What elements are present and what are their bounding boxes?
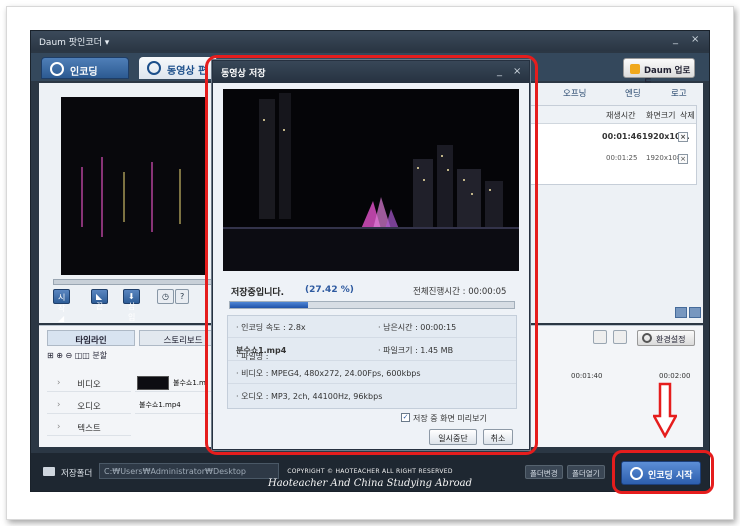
close-icon[interactable]: × — [691, 34, 699, 45]
gear-icon — [642, 333, 652, 343]
file-row[interactable]: 00:01:46 1920x10... × — [522, 128, 696, 146]
ruler-tick: 00:02:00 — [659, 372, 691, 380]
undo-icon[interactable] — [593, 330, 607, 344]
chevron-right-icon[interactable]: › — [57, 378, 60, 388]
highlight-start-button — [612, 450, 714, 494]
ruler-tick: 00:01:40 — [571, 372, 603, 380]
file-list: 재생시간 화면크기 삭제 00:01:46 1920x10... × 00:01… — [521, 105, 697, 185]
tab-video-edit-label: 동영상 편 — [167, 66, 208, 77]
file-duration: 00:01:25 — [606, 154, 638, 162]
track-audio-label: 오디오 — [77, 402, 101, 412]
list-view-icon[interactable] — [689, 307, 701, 318]
side-tabs: 오프닝 엔딩 로고 — [519, 87, 699, 101]
timeline-tools[interactable]: ⊞ ⊕ ⊖ ◫◫ 분할 — [47, 350, 107, 361]
file-duration: 00:01:46 — [602, 132, 642, 141]
mark-start-button[interactable]: 시작◢ — [53, 289, 71, 323]
track-audio: › 오디오 — [47, 396, 131, 414]
video-clip[interactable]: 불수쇼1.m — [137, 376, 206, 390]
seek-bar[interactable] — [53, 279, 217, 285]
delete-icon[interactable]: × — [678, 154, 688, 164]
track-video-label: 비디오 — [77, 380, 101, 390]
col-duration: 재생시간 — [606, 111, 636, 120]
down-arrow-icon — [653, 382, 677, 438]
tab-encoding-label: 인코딩 — [70, 67, 98, 78]
daum-upload-button[interactable]: Daum 업로드 — [623, 58, 695, 88]
track-text-label: 텍스트 — [77, 424, 101, 434]
highlight-dialog — [205, 55, 538, 455]
clock-icon[interactable]: ◷ — [157, 289, 174, 304]
chevron-right-icon[interactable]: › — [57, 422, 60, 432]
minimize-icon[interactable]: _ — [673, 34, 678, 45]
mark-end-button[interactable]: ◣ 끝 — [91, 289, 109, 311]
tab-opening[interactable]: 오프닝 — [563, 87, 586, 99]
track-video: › 비디오 — [47, 374, 131, 392]
tab-logo[interactable]: 로고 — [671, 87, 687, 99]
upload-icon — [630, 64, 640, 74]
tab-timeline[interactable]: 타임라인 — [47, 330, 135, 346]
settings-button[interactable]: 환경설정 — [637, 330, 695, 346]
video-preview — [61, 97, 207, 275]
title-bar: Daum 팟인코더 ▾ _ × — [31, 31, 709, 51]
edit-icon — [147, 61, 161, 75]
col-delete: 삭제 — [680, 111, 695, 120]
file-list-header: 재생시간 화면크기 삭제 — [522, 106, 696, 124]
grid-view-icon[interactable] — [675, 307, 687, 318]
col-size: 화면크기 — [646, 111, 676, 120]
app-title[interactable]: Daum 팟인코더 ▾ — [39, 35, 109, 48]
audio-clip[interactable]: 불수쇼1.mp4 — [137, 398, 181, 412]
insert-button[interactable]: ⬇삽입 — [123, 289, 141, 322]
tab-encoding[interactable]: 인코딩 — [41, 57, 129, 79]
clip-name: 불수쇼1.m — [173, 379, 206, 387]
chevron-right-icon[interactable]: › — [57, 400, 60, 410]
settings-label: 환경설정 — [656, 335, 686, 344]
clip-thumbnail — [137, 376, 169, 390]
help-button[interactable]: ? — [175, 289, 190, 304]
redo-icon[interactable] — [613, 330, 627, 344]
track-text: › 텍스트 — [47, 418, 131, 436]
file-row[interactable]: 00:01:25 1920x1080 × — [522, 150, 696, 168]
tab-ending[interactable]: 엔딩 — [625, 87, 641, 99]
delete-icon[interactable]: × — [678, 132, 688, 142]
encode-icon — [50, 62, 64, 76]
